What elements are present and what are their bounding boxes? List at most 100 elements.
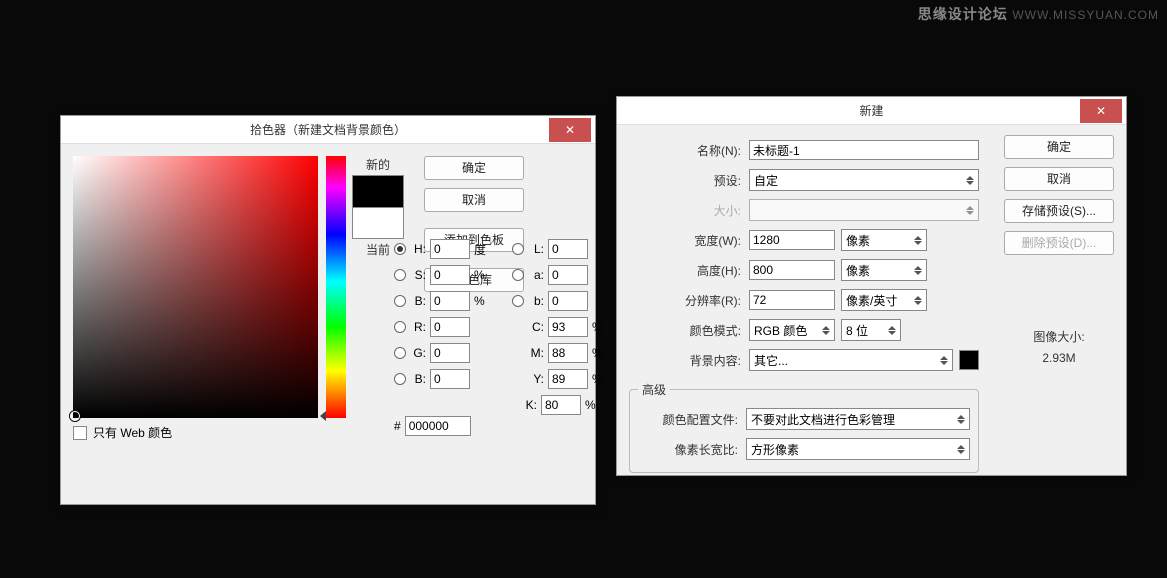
advanced-group: 高级 颜色配置文件: 不要对此文档进行色彩管理 像素长宽比: 方形像素 <box>629 381 979 473</box>
new-dialog-titlebar[interactable]: 新建 ✕ <box>617 97 1126 125</box>
color-picker-titlebar[interactable]: 拾色器（新建文档背景颜色） ✕ <box>61 116 595 144</box>
bright-input[interactable] <box>430 291 470 311</box>
c-unit: % <box>592 320 612 334</box>
h-label: H: <box>410 242 426 256</box>
chevron-updown-icon <box>914 296 922 305</box>
color-mode-label: 颜色模式: <box>629 322 749 339</box>
preset-select[interactable]: 自定 <box>749 169 979 191</box>
b-unit: % <box>474 294 494 308</box>
h-input[interactable] <box>430 239 470 259</box>
width-input[interactable] <box>749 230 835 250</box>
height-label: 高度(H): <box>629 262 749 279</box>
bit-depth-select[interactable]: 8 位 <box>841 319 901 341</box>
bright-radio[interactable] <box>394 295 406 307</box>
r-radio[interactable] <box>394 321 406 333</box>
name-input[interactable] <box>749 140 979 160</box>
close-icon: ✕ <box>1096 104 1106 118</box>
height-input[interactable] <box>749 260 835 280</box>
s-input[interactable] <box>430 265 470 285</box>
rgb-b-label: B: <box>410 372 426 386</box>
chevron-updown-icon <box>940 356 948 365</box>
pixel-aspect-select[interactable]: 方形像素 <box>746 438 970 460</box>
image-size: 图像大小: 2.93M <box>1004 328 1114 365</box>
bg-color-swatch[interactable] <box>959 350 979 370</box>
k-input[interactable] <box>541 395 581 415</box>
k-label: K: <box>505 398 537 412</box>
web-only-checkbox[interactable] <box>73 426 87 440</box>
hue-slider[interactable] <box>326 156 346 418</box>
close-button[interactable]: ✕ <box>1080 99 1122 123</box>
y-unit: % <box>592 372 612 386</box>
s-unit: % <box>474 268 494 282</box>
y-input[interactable] <box>548 369 588 389</box>
lab-b-input[interactable] <box>548 291 588 311</box>
chevron-updown-icon <box>888 326 896 335</box>
g-input[interactable] <box>430 343 470 363</box>
size-select[interactable] <box>749 199 979 221</box>
advanced-legend: 高级 <box>638 381 670 398</box>
close-button[interactable]: ✕ <box>549 118 591 142</box>
resolution-unit-select[interactable]: 像素/英寸 <box>841 289 927 311</box>
hue-radio[interactable] <box>394 243 406 255</box>
save-preset-button[interactable]: 存储预设(S)... <box>1004 199 1114 223</box>
chevron-updown-icon <box>914 266 922 275</box>
chevron-updown-icon <box>957 445 965 454</box>
ok-button[interactable]: 确定 <box>1004 135 1114 159</box>
chevron-updown-icon <box>957 415 965 424</box>
chevron-updown-icon <box>966 176 974 185</box>
height-unit-select[interactable]: 像素 <box>841 259 927 281</box>
chevron-updown-icon <box>914 236 922 245</box>
l-radio[interactable] <box>512 243 524 255</box>
l-label: L: <box>528 242 544 256</box>
bg-label: 背景内容: <box>629 352 749 369</box>
chevron-updown-icon <box>822 326 830 335</box>
web-only-row: 只有 Web 颜色 <box>73 424 585 441</box>
delete-preset-button[interactable]: 删除预设(D)... <box>1004 231 1114 255</box>
bg-select[interactable]: 其它... <box>749 349 953 371</box>
a-radio[interactable] <box>512 269 524 281</box>
cancel-button[interactable]: 取消 <box>424 188 524 212</box>
new-color-swatch[interactable] <box>352 175 404 207</box>
h-unit: 度 <box>474 241 494 258</box>
color-picker-dialog: 拾色器（新建文档背景颜色） ✕ 新的 当前 确定 取消 添加到色板 颜色库 H: <box>60 115 596 505</box>
color-profile-select[interactable]: 不要对此文档进行色彩管理 <box>746 408 970 430</box>
web-only-label: 只有 Web 颜色 <box>93 424 172 441</box>
cancel-button[interactable]: 取消 <box>1004 167 1114 191</box>
m-input[interactable] <box>548 343 588 363</box>
y-label: Y: <box>512 372 544 386</box>
ok-button[interactable]: 确定 <box>424 156 524 180</box>
resolution-input[interactable] <box>749 290 835 310</box>
sat-radio[interactable] <box>394 269 406 281</box>
size-label: 大小: <box>629 202 749 219</box>
lab-b-radio[interactable] <box>512 295 524 307</box>
chevron-updown-icon <box>966 206 974 215</box>
width-label: 宽度(W): <box>629 232 749 249</box>
m-unit: % <box>592 346 612 360</box>
k-unit: % <box>585 398 605 412</box>
current-color-swatch[interactable] <box>352 207 404 239</box>
new-dialog-title: 新建 <box>617 102 1126 119</box>
preset-label: 预设: <box>629 172 749 189</box>
r-label: R: <box>410 320 426 334</box>
blue-radio[interactable] <box>394 373 406 385</box>
g-radio[interactable] <box>394 347 406 359</box>
pixel-aspect-label: 像素长宽比: <box>638 441 746 458</box>
c-input[interactable] <box>548 317 588 337</box>
a-label: a: <box>528 268 544 282</box>
color-values-grid: H: 度 L: S: % a: B: % b: <box>394 236 654 418</box>
a-input[interactable] <box>548 265 588 285</box>
close-icon: ✕ <box>565 123 575 137</box>
width-unit-select[interactable]: 像素 <box>841 229 927 251</box>
color-mode-select[interactable]: RGB 颜色 <box>749 319 835 341</box>
lab-b-label: b: <box>528 294 544 308</box>
m-label: M: <box>512 346 544 360</box>
color-field[interactable] <box>73 156 318 418</box>
c-label: C: <box>512 320 544 334</box>
new-color-label: 新的 <box>352 156 404 173</box>
b-label: B: <box>410 294 426 308</box>
r-input[interactable] <box>430 317 470 337</box>
resolution-label: 分辨率(R): <box>629 292 749 309</box>
rgb-b-input[interactable] <box>430 369 470 389</box>
l-input[interactable] <box>548 239 588 259</box>
name-label: 名称(N): <box>629 142 749 159</box>
